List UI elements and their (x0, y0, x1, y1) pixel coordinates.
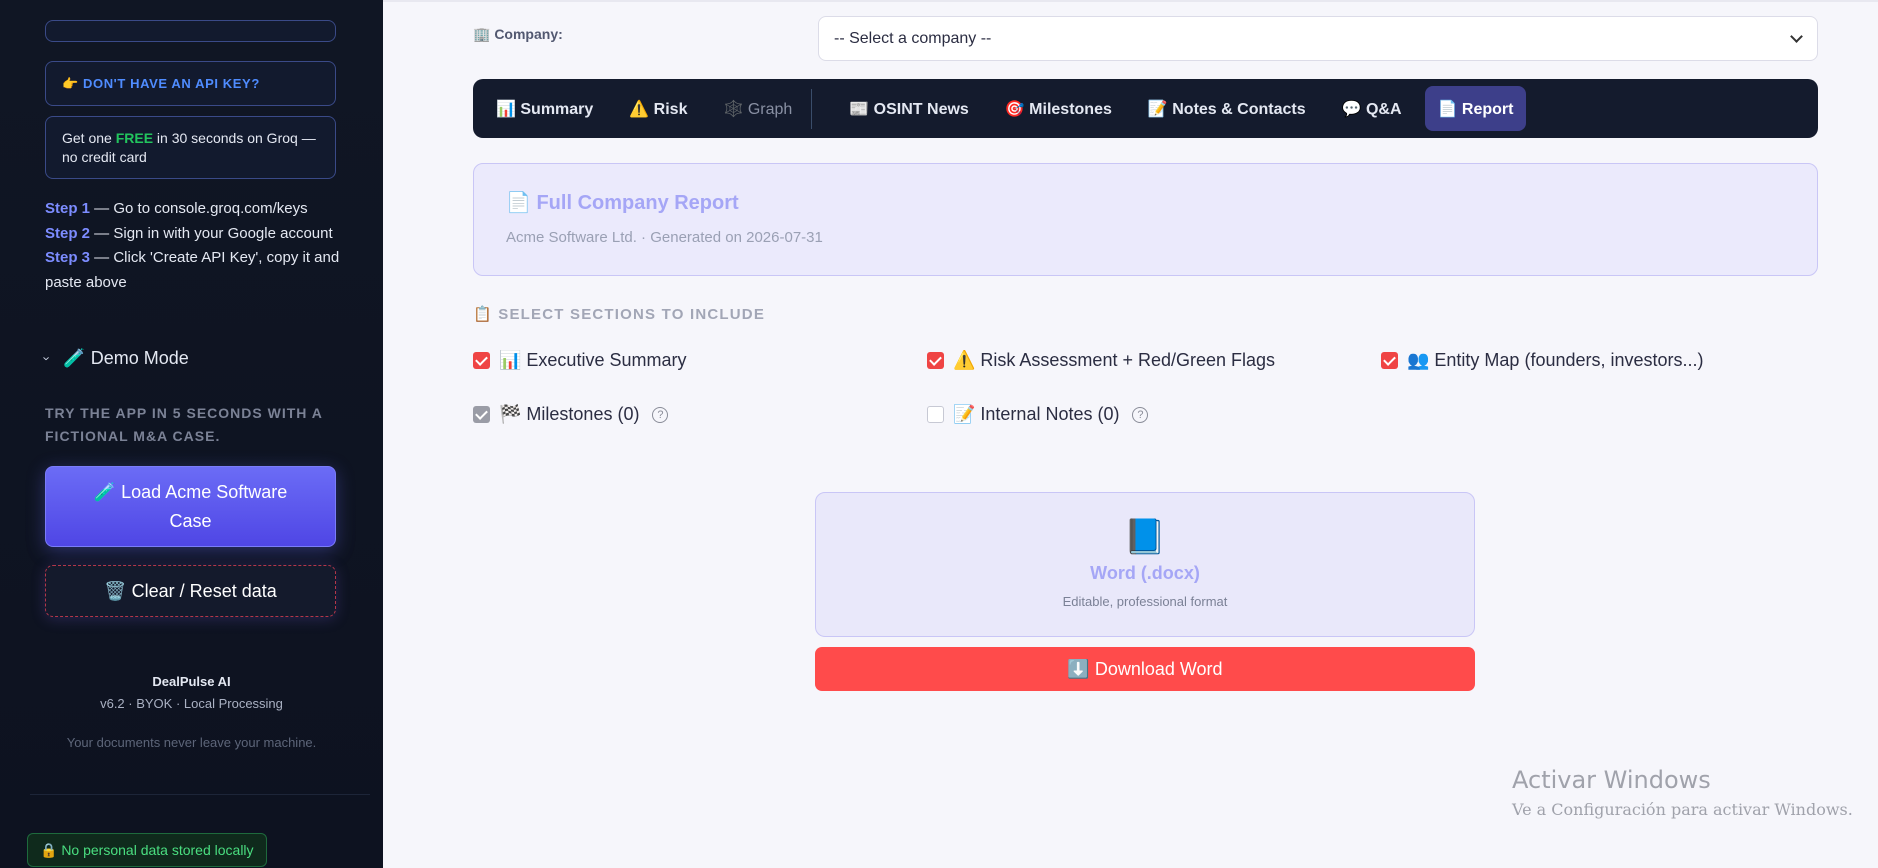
demo-mode-expander[interactable]: › 🧪 Demo Mode (40, 348, 189, 369)
tab-risk[interactable]: ⚠️ Risk (616, 86, 700, 131)
report-subtitle: Acme Software Ltd. · Generated on 2026-0… (506, 229, 823, 246)
company-select[interactable]: -- Select a company -- (818, 16, 1818, 61)
word-format-title: Word (.docx) (1090, 563, 1200, 583)
section-entity-map[interactable]: 👥 Entity Map (founders, investors...) (1381, 350, 1704, 371)
section-risk-assessment[interactable]: ⚠️ Risk Assessment + Red/Green Flags (927, 350, 1275, 371)
word-format-card: 📘 Word (.docx) Editable, professional fo… (815, 492, 1475, 637)
tab-summary[interactable]: 📊 Summary (483, 86, 606, 131)
free-highlight: FREE (115, 130, 154, 146)
main-content: 🏢 Company: -- Select a company -- 📊 Summ… (383, 0, 1878, 868)
section-milestones[interactable]: 🏁 Milestones (0) ? (473, 404, 669, 425)
report-title: 📄 Full Company Report (506, 192, 739, 214)
book-icon: 📘 (1123, 518, 1167, 556)
section-internal-notes[interactable]: 📝 Internal Notes (0) ? (927, 404, 1149, 425)
groq-free-info: Get one FREE in 30 seconds on Groq — no … (45, 116, 336, 179)
api-key-steps: Step 1 — Go to console.groq.com/keys Ste… (45, 197, 345, 295)
help-icon[interactable]: ? (1132, 406, 1149, 423)
free-info-text: Get one (62, 130, 116, 146)
privacy-note: Your documents never leave your machine. (66, 735, 317, 750)
company-select-value: -- Select a company -- (834, 29, 992, 47)
tab-report[interactable]: 📄 Report (1424, 86, 1527, 131)
checkbox-checked[interactable] (473, 352, 490, 369)
tab-separator (811, 88, 813, 129)
tab-qa[interactable]: 💬 Q&A (1329, 86, 1415, 131)
demo-description: Try the app in 5 seconds with a fictiona… (45, 405, 323, 444)
word-format-desc: Editable, professional format (1062, 594, 1228, 609)
download-word-button[interactable]: ⬇️ Download Word (815, 647, 1475, 691)
step-3: Step 3 — Click 'Create API Key', copy it… (45, 249, 340, 291)
load-demo-case-button[interactable]: 🧪 Load Acme Software Case (45, 466, 336, 547)
tab-graph[interactable]: 🕸️ Graph (710, 86, 805, 131)
app-name: DealPulse AI (152, 674, 231, 689)
checkbox-checked[interactable] (927, 352, 944, 369)
sidebar: 👉 DON'T HAVE AN API KEY? Get one FREE in… (0, 0, 383, 868)
report-header-card: 📄 Full Company Report Acme Software Ltd.… (473, 163, 1818, 276)
chevron-down-icon: › (39, 356, 55, 361)
checkbox-checked[interactable] (1381, 352, 1398, 369)
step-1: Step 1 — Go to console.groq.com/keys (45, 200, 308, 217)
privacy-badge: 🔒 No personal data stored locally (27, 833, 267, 867)
chevron-down-icon (1790, 30, 1803, 43)
windows-activation-watermark: Activar Windows Ve a Configuración para … (1512, 766, 1853, 819)
tab-osint-news[interactable]: 📰 OSINT News (836, 86, 982, 131)
clear-reset-label: 🗑️ Clear / Reset data (104, 580, 277, 601)
company-label: 🏢 Company: (473, 26, 563, 42)
tab-milestones[interactable]: 🎯 Milestones (992, 86, 1125, 131)
clear-reset-button[interactable]: 🗑️ Clear / Reset data (45, 565, 336, 617)
app-branding: DealPulse AI v6.2 · BYOK · Local Process… (0, 674, 383, 750)
download-word-label: ⬇️ Download Word (1067, 658, 1223, 679)
api-key-input[interactable] (45, 20, 336, 42)
tab-notes-contacts[interactable]: 📝 Notes & Contacts (1135, 86, 1319, 131)
privacy-badge-label: 🔒 No personal data stored locally (40, 841, 254, 858)
load-demo-case-label: 🧪 Load Acme Software Case (93, 481, 288, 531)
section-executive-summary[interactable]: 📊 Executive Summary (473, 350, 686, 371)
sections-heading: 📋 SELECT SECTIONS TO INCLUDE (473, 306, 766, 323)
checkbox-disabled[interactable] (473, 406, 490, 423)
step-2: Step 2 — Sign in with your Google accoun… (45, 224, 333, 242)
no-api-key-banner: 👉 DON'T HAVE AN API KEY? (45, 61, 336, 106)
top-divider (383, 0, 1878, 2)
app-version: v6.2 · BYOK · Local Processing (100, 696, 283, 711)
no-api-key-label: 👉 DON'T HAVE AN API KEY? (62, 75, 260, 91)
help-icon[interactable]: ? (652, 406, 669, 423)
tab-bar: 📊 Summary ⚠️ Risk 🕸️ Graph 📰 OSINT News … (473, 79, 1818, 138)
checkbox-unchecked[interactable] (927, 406, 944, 423)
demo-mode-title: 🧪 Demo Mode (63, 348, 189, 368)
sidebar-divider (30, 794, 370, 795)
